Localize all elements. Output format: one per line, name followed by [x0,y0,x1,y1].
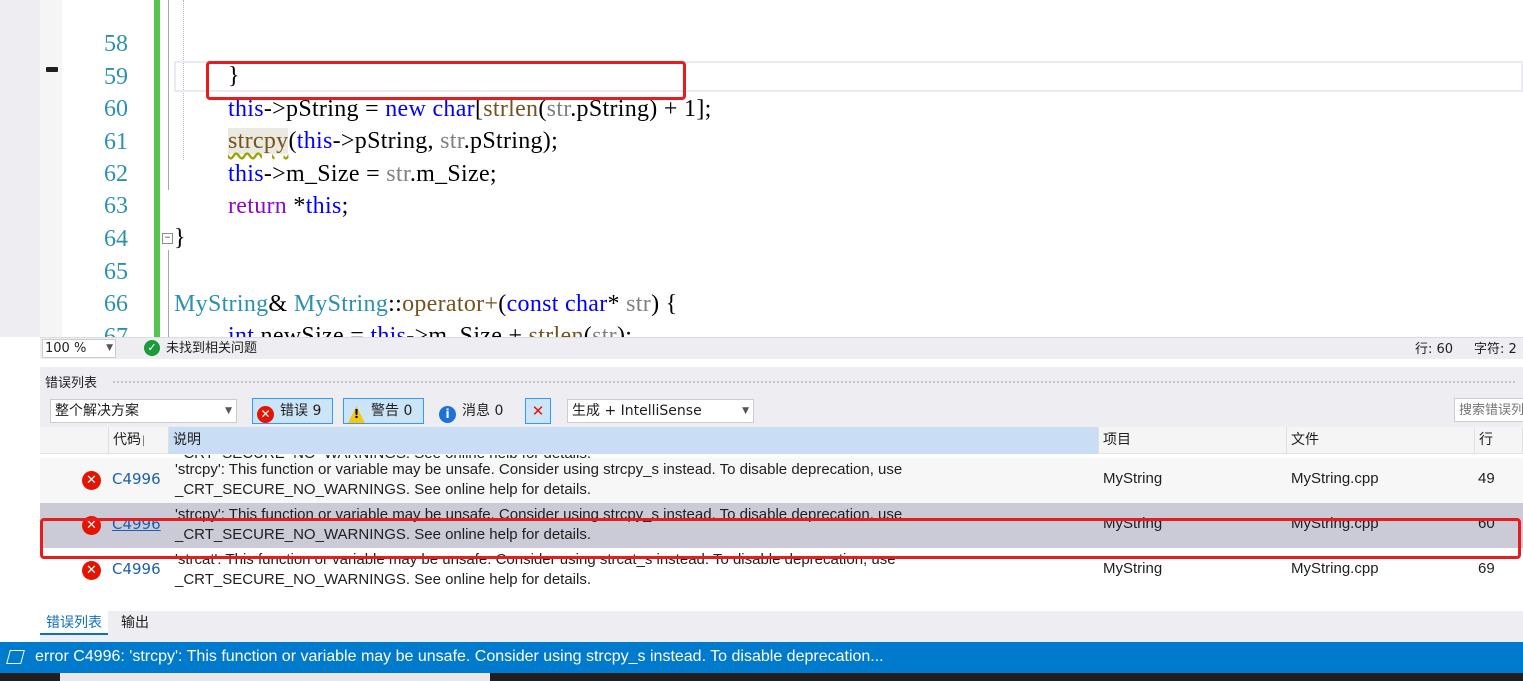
status-icon [6,650,25,664]
column-header-code[interactable]: 代码 [109,427,169,454]
error-row-annotation-box [40,518,1521,559]
code-annotation-box [206,61,686,100]
filter-toggle-button[interactable]: ✕ [525,398,551,424]
taskbar-search-box[interactable] [60,673,490,681]
column-header-project[interactable]: 项目 [1099,427,1287,454]
code-editor[interactable]: 58 } 59 this->pString = new char[strlen(… [0,0,1523,337]
error-description-line: _CRT_SECURE_NO_WARNINGS. See online help… [175,481,592,498]
panel-title-bar[interactable]: 错误列表 [40,367,1523,395]
chevron-down-icon: ▼ [225,406,232,416]
code-line[interactable]: 65 MyString& MyString::operator+(const c… [0,224,1523,317]
messages-filter-label: 消息 0 [462,403,504,419]
zoom-value: 100 % [45,341,87,356]
error-icon: ✕ [82,561,101,580]
chevron-down-icon: ▼ [106,343,113,353]
table-row[interactable]: ✕ C4996 'strcpy': This function or varia… [40,458,1523,503]
char-indicator: 字符: 2 [1474,342,1517,357]
error-list-panel: 错误列表 整个解决方案 ▼ ✕ 错误 9 ! 警告 0 i 消息 0 ✕ 生成 + I… [40,367,1523,642]
error-icon: ✕ [82,471,101,490]
scope-select[interactable]: 整个解决方案 ▼ [50,399,237,423]
column-header-line[interactable]: 行 [1475,427,1523,454]
error-file: MyString.cpp [1291,560,1379,577]
code-line[interactable]: 67 char* temp = new char[newSize]; [0,289,1523,337]
error-icon: ✕ [257,406,274,423]
errors-filter-button[interactable]: ✕ 错误 9 [252,398,333,424]
info-icon: i [439,406,456,423]
status-message[interactable]: error C4996: 'strcpy': This function or … [35,648,884,666]
filter-icon: ✕ [531,402,545,420]
scope-value: 整个解决方案 [55,403,139,419]
tab-output[interactable]: 输出 [115,611,155,635]
error-description: 'strcpy': This function or variable may … [175,460,1075,500]
error-line: 49 [1478,470,1495,487]
check-icon: ✓ [144,340,160,356]
editor-status-bar: 100 % ▼ ✓ 未找到相关问题 行: 60 字符: 2 [40,337,1523,359]
error-project: MyString [1103,470,1163,487]
line-indicator: 行: 60 [1415,342,1454,357]
build-filter-select[interactable]: 生成 + IntelliSense ▼ [567,399,754,423]
warnings-filter-button[interactable]: ! 警告 0 [343,398,424,424]
column-header-file[interactable]: 文件 [1287,427,1475,454]
messages-filter-button[interactable]: i 消息 0 [434,398,514,424]
error-code-link[interactable]: C4996 [112,560,161,578]
chevron-down-icon: ▼ [742,406,749,416]
error-project: MyString [1103,560,1163,577]
issues-status[interactable]: 未找到相关问题 [166,340,257,357]
code-line[interactable]: 62 return *this; [0,126,1523,219]
zoom-select[interactable]: 100 % ▼ [42,339,116,358]
code-line[interactable]: 59 this->pString = new char[strlen(str.p… [0,29,1523,122]
errors-filter-label: 错误 9 [280,403,322,419]
code-line[interactable]: 63 } [0,158,1523,251]
search-error-list-input[interactable] [1454,398,1523,422]
panel-title: 错误列表 [45,376,98,391]
code-line[interactable]: 66 int newSize = this->m_Size + strlen(s… [0,256,1523,337]
status-bar: error C4996: 'strcpy': This function or … [0,642,1523,673]
code-line[interactable]: 58 } [0,0,1523,89]
warning-icon: ! [348,406,365,423]
build-filter-value: 生成 + IntelliSense [572,403,702,419]
panel-drag-grip[interactable] [112,380,1517,384]
error-grid-header: ▔▕ 代码 说明 项目 文件 行 [40,427,1523,454]
error-code-link[interactable]: C4996 [112,470,161,488]
fold-toggle-button[interactable]: − [162,233,173,244]
warnings-filter-label: 警告 0 [371,403,413,419]
error-description-line: _CRT_SECURE_NO_WARNINGS. See online help… [175,571,592,588]
error-file: MyString.cpp [1291,470,1379,487]
code-line[interactable]: 64 [0,191,1523,252]
error-list-toolbar: 整个解决方案 ▼ ✕ 错误 9 ! 警告 0 i 消息 0 ✕ 生成 + Intell… [40,395,1523,427]
error-description-line: 'strcpy': This function or variable may … [175,461,903,478]
column-header-icon[interactable]: ▔▕ [75,427,144,454]
panel-tab-strip: 错误列表 输出 [40,611,1523,642]
column-header-description[interactable]: 说明 [169,427,1099,454]
tab-error-list[interactable]: 错误列表 [40,611,108,635]
error-line: 69 [1478,560,1495,577]
code-line[interactable]: 68 memset(temp, 0, newSize); [0,321,1523,337]
